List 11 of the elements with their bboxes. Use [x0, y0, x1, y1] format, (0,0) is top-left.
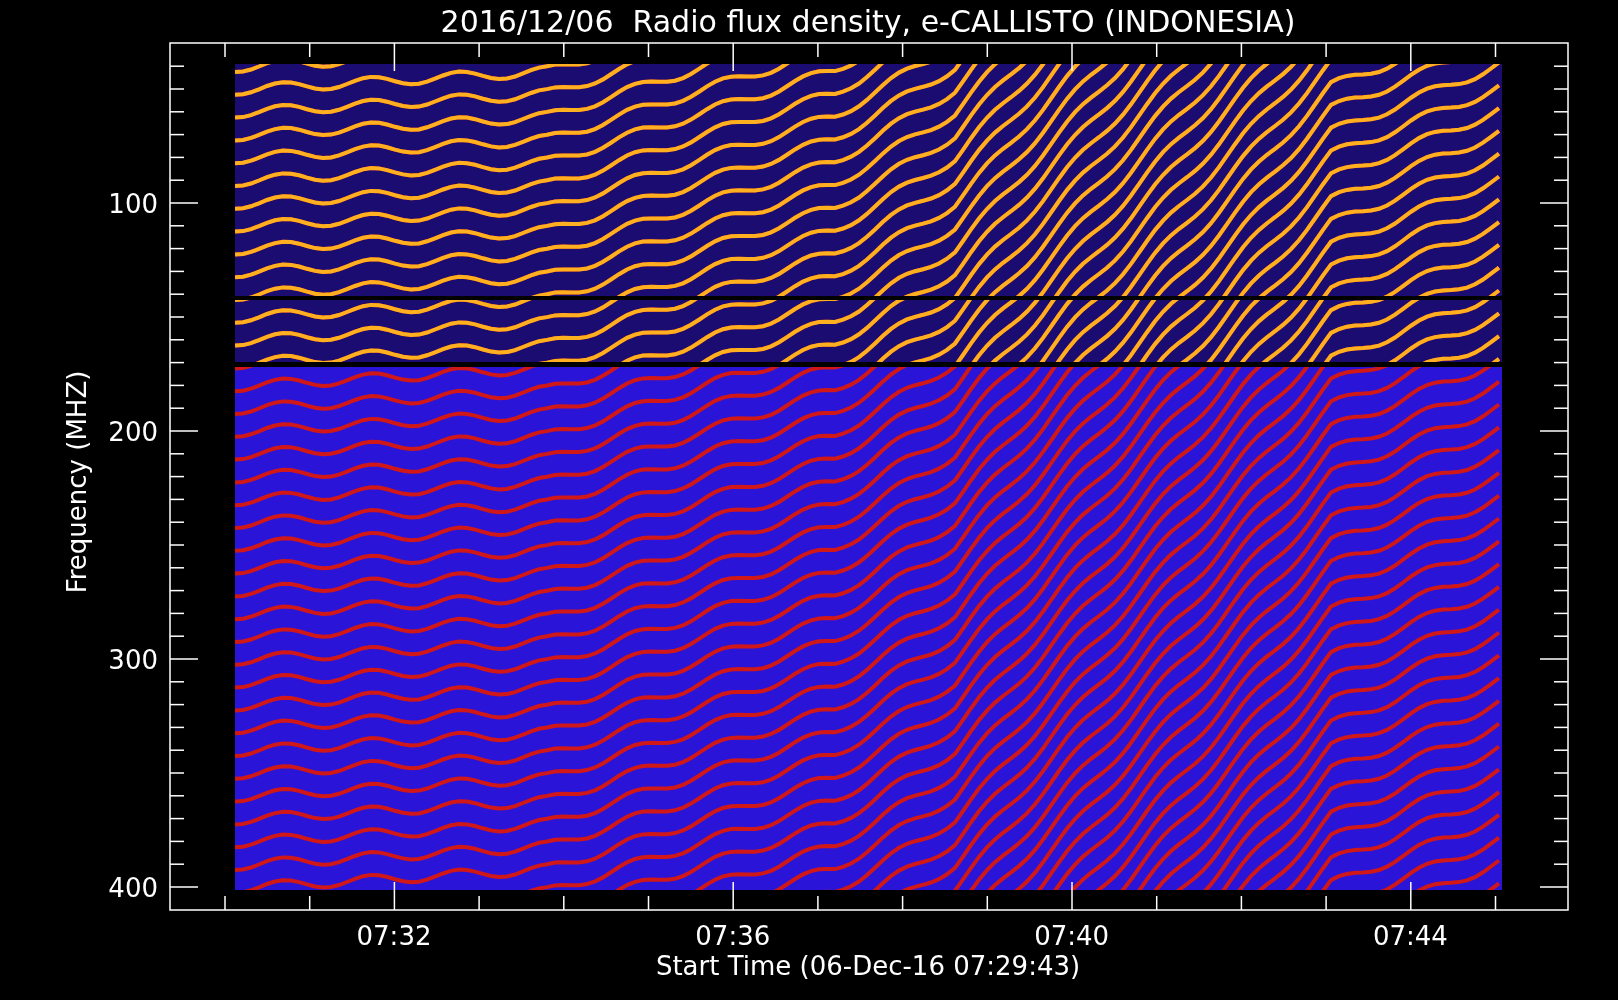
- chart-title: 2016/12/06 Radio flux density, e-CALLISTO (INDONESIA): [440, 4, 1296, 39]
- tick-label: 07:32: [356, 921, 432, 951]
- axis-label: Start Time (06-Dec-16 07:29:43): [655, 951, 1081, 981]
- tick-label: 300: [108, 645, 158, 675]
- tick-label: 07:44: [1372, 921, 1448, 951]
- axis-label: Frequency (MHZ): [62, 370, 92, 594]
- tick-label: 07:36: [695, 921, 771, 951]
- tick-label: 200: [108, 417, 158, 447]
- tick-label: 400: [108, 873, 158, 903]
- tick-label: 07:40: [1034, 921, 1110, 951]
- tick-label: 100: [108, 189, 158, 219]
